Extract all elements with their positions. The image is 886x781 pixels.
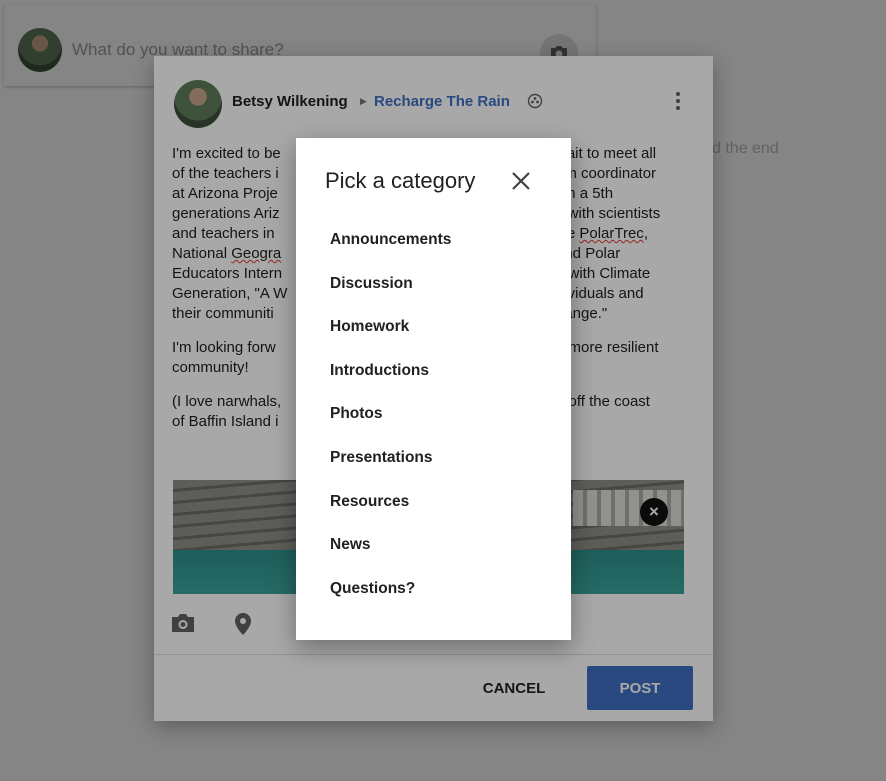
- category-item[interactable]: Presentations: [330, 440, 451, 484]
- category-picker-dialog: Pick a category Announcements Discussion…: [296, 138, 571, 640]
- category-list: Announcements Discussion Homework Introd…: [330, 222, 451, 614]
- category-item[interactable]: News: [330, 527, 451, 571]
- category-item[interactable]: Homework: [330, 309, 451, 353]
- category-item[interactable]: Discussion: [330, 266, 451, 310]
- close-icon[interactable]: [508, 168, 534, 194]
- category-item[interactable]: Introductions: [330, 353, 451, 397]
- category-item[interactable]: Questions?: [330, 571, 451, 615]
- category-item[interactable]: Photos: [330, 396, 451, 440]
- category-item[interactable]: Resources: [330, 484, 451, 528]
- category-item[interactable]: Announcements: [330, 222, 451, 266]
- picker-title: Pick a category: [325, 168, 476, 193]
